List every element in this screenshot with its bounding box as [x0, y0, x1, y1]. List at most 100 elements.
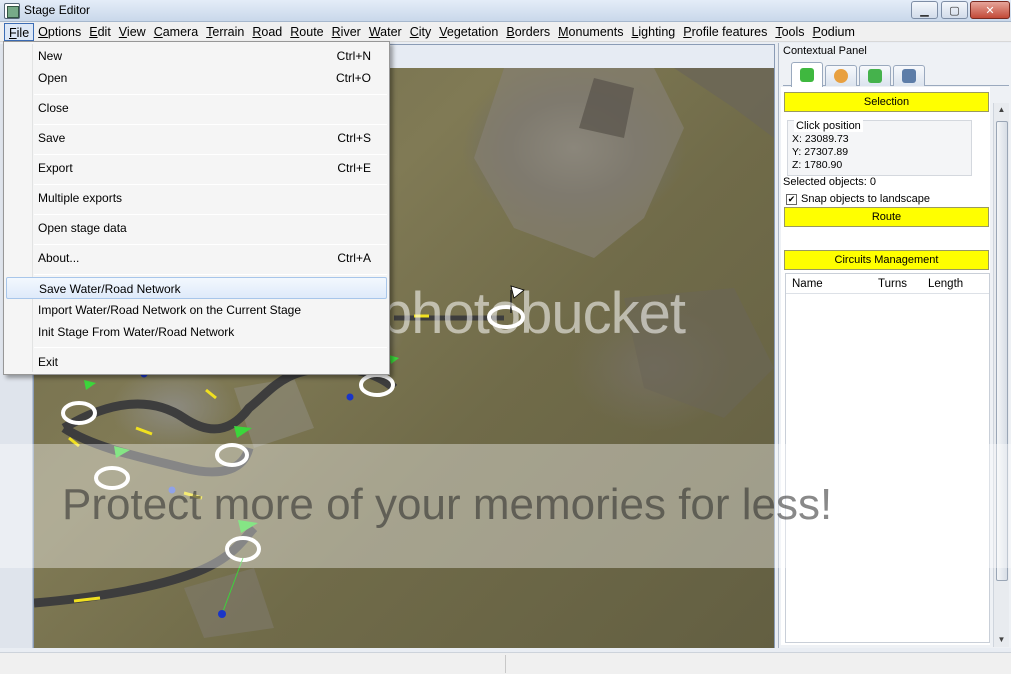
menu-separator: [34, 244, 387, 245]
maximize-button[interactable]: ▢: [941, 1, 968, 19]
menu-item-shortcut: Ctrl+E: [337, 161, 371, 175]
menu-road[interactable]: Road: [248, 23, 286, 41]
menu-terrain[interactable]: Terrain: [202, 23, 248, 41]
menu-item-export[interactable]: Export Ctrl+E: [6, 157, 387, 179]
menu-separator: [34, 274, 387, 275]
status-separator: [505, 655, 506, 673]
coord-y: Y: 27307.89: [792, 146, 849, 158]
waypoint-ring[interactable]: [94, 466, 130, 490]
menu-river[interactable]: River: [328, 23, 365, 41]
control-node[interactable]: [218, 610, 226, 618]
app-icon: [4, 3, 20, 19]
menu-item-about[interactable]: About... Ctrl+A: [6, 247, 387, 269]
rock-outcrop: [624, 288, 774, 418]
menu-item-shortcut: Ctrl+S: [337, 131, 371, 145]
menu-item-shortcut: Ctrl+O: [335, 71, 371, 85]
menu-item-new[interactable]: New Ctrl+N: [6, 45, 387, 67]
puzzle-icon: [800, 68, 814, 82]
menu-route[interactable]: Route: [286, 23, 327, 41]
menu-separator: [34, 347, 387, 348]
scroll-down-icon[interactable]: ▼: [994, 633, 1009, 647]
coord-x: X: 23089.73: [792, 133, 849, 145]
file-menu-dropdown: New Ctrl+N Open Ctrl+O Close Save Ctrl+S…: [3, 41, 390, 375]
snap-to-landscape-option[interactable]: ✔ Snap objects to landscape: [786, 193, 930, 205]
scroll-thumb[interactable]: [996, 121, 1008, 581]
menu-separator: [34, 184, 387, 185]
menu-item-save[interactable]: Save Ctrl+S: [6, 127, 387, 149]
menu-item-save-network[interactable]: Save Water/Road Network: [6, 277, 387, 299]
menu-tools[interactable]: Tools: [771, 23, 808, 41]
block-icon: [868, 69, 882, 83]
tab-camera[interactable]: [893, 65, 925, 86]
click-position-group: Click position X: 23089.73 Y: 27307.89 Z…: [787, 120, 972, 176]
close-window-button[interactable]: ✕: [970, 1, 1010, 19]
menu-item-label: Open stage data: [38, 221, 127, 235]
menu-item-label: Import Water/Road Network on the Current…: [38, 303, 302, 317]
tab-terrain[interactable]: [859, 65, 891, 86]
circuits-table: Name Turns Length: [785, 273, 990, 643]
menu-edit[interactable]: Edit: [85, 23, 115, 41]
selected-objects-count: Selected objects: 0: [783, 176, 876, 188]
coord-z: Z: 1780.90: [792, 159, 843, 171]
menu-separator: [34, 214, 387, 215]
flag-icon: [84, 380, 96, 390]
menu-item-label: Export: [38, 161, 73, 175]
palette-icon: [834, 69, 848, 83]
menu-item-label: Multiple exports: [38, 191, 123, 205]
menu-options[interactable]: Options: [34, 23, 85, 41]
snap-checkbox[interactable]: ✔: [786, 193, 797, 205]
column-header-name[interactable]: Name: [786, 274, 872, 293]
camera-icon: [902, 69, 916, 83]
menu-item-init-stage[interactable]: Init Stage From Water/Road Network: [6, 321, 387, 343]
menu-city[interactable]: City: [406, 23, 436, 41]
finish-flag-icon: [510, 285, 525, 299]
panel-body: Selection Click position X: 23089.73 Y: …: [781, 87, 990, 645]
selection-button[interactable]: Selection: [784, 92, 989, 112]
menu-item-open[interactable]: Open Ctrl+O: [6, 67, 387, 89]
menu-file[interactable]: File: [4, 22, 35, 41]
flag-icon: [389, 355, 399, 364]
table-header: Name Turns Length: [786, 274, 989, 294]
menu-item-close[interactable]: Close: [6, 97, 387, 119]
rock-outcrop: [474, 68, 684, 258]
panel-title: Contextual Panel: [783, 45, 867, 57]
control-node[interactable]: [346, 393, 354, 401]
menu-item-label: New: [38, 49, 63, 63]
menu-item-label: Open: [38, 71, 68, 85]
menu-separator: [34, 94, 387, 95]
scroll-up-icon[interactable]: ▲: [994, 103, 1009, 117]
menu-item-exit[interactable]: Exit: [6, 351, 387, 373]
menu-podium[interactable]: Podium: [809, 23, 859, 41]
panel-tabstrip: [783, 62, 1009, 87]
direction-arrow: [135, 426, 153, 436]
column-header-length[interactable]: Length: [922, 274, 988, 293]
minimize-button[interactable]: ▁: [911, 1, 938, 19]
menu-water[interactable]: Water: [365, 23, 406, 41]
menu-borders[interactable]: Borders: [502, 23, 554, 41]
menu-item-shortcut: Ctrl+A: [337, 251, 371, 265]
menu-lighting[interactable]: Lighting: [627, 23, 679, 41]
menu-view[interactable]: View: [115, 23, 150, 41]
panel-scrollbar[interactable]: ▲ ▼: [993, 103, 1009, 647]
menu-bar: File Options Edit View Camera Terrain Ro…: [0, 22, 1011, 42]
control-node[interactable]: [168, 486, 176, 494]
status-bar: [0, 652, 1011, 674]
menu-separator: [34, 154, 387, 155]
circuits-management-button[interactable]: Circuits Management: [784, 250, 989, 270]
snap-label: Snap objects to landscape: [801, 193, 931, 205]
menu-profile-features[interactable]: Profile features: [679, 23, 771, 41]
window-title: Stage Editor: [24, 3, 91, 17]
route-button[interactable]: Route: [784, 207, 989, 227]
menu-item-import-network[interactable]: Import Water/Road Network on the Current…: [6, 299, 387, 321]
title-bar: Stage Editor ▁ ▢ ✕: [0, 0, 1011, 22]
menu-vegetation[interactable]: Vegetation: [435, 23, 502, 41]
tab-objects[interactable]: [825, 65, 857, 86]
column-header-turns[interactable]: Turns: [872, 274, 922, 293]
menu-item-open-stage-data[interactable]: Open stage data: [6, 217, 387, 239]
tab-route-tools[interactable]: [791, 62, 823, 87]
menu-monuments[interactable]: Monuments: [554, 23, 627, 41]
menu-camera[interactable]: Camera: [150, 23, 202, 41]
menu-item-label: Init Stage From Water/Road Network: [38, 325, 235, 339]
menu-item-multiple-exports[interactable]: Multiple exports: [6, 187, 387, 209]
direction-arrow: [183, 491, 203, 500]
